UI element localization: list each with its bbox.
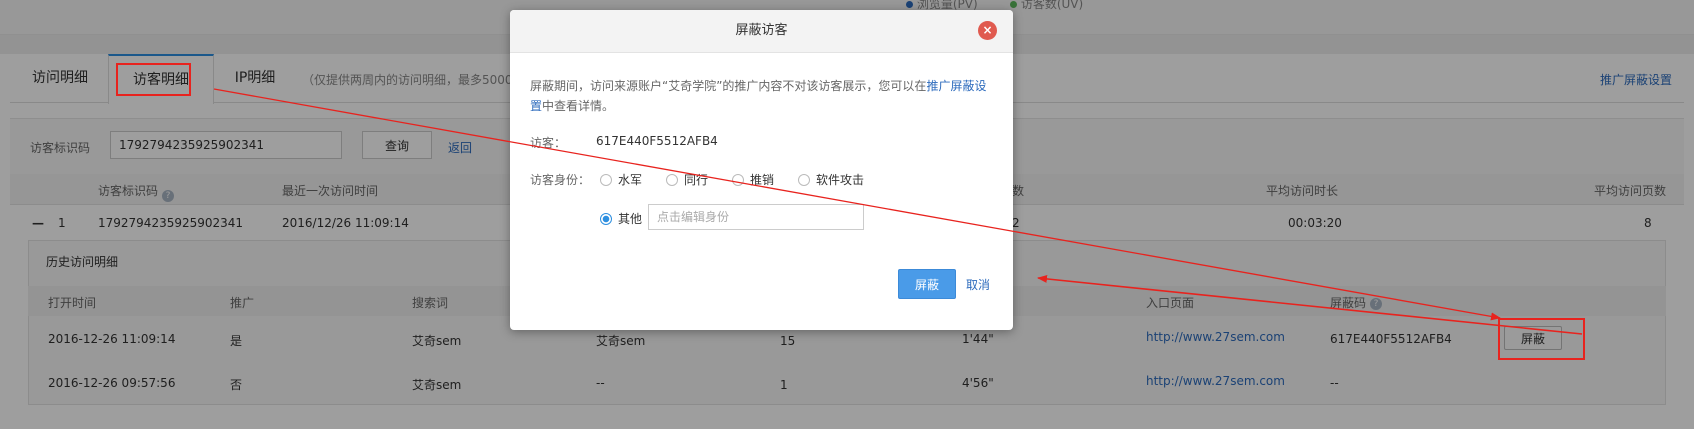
annotation-arrows bbox=[213, 88, 1583, 335]
arrow-tab-to-button bbox=[213, 88, 1501, 321]
arrow-button-to-dialog bbox=[1037, 274, 1583, 335]
